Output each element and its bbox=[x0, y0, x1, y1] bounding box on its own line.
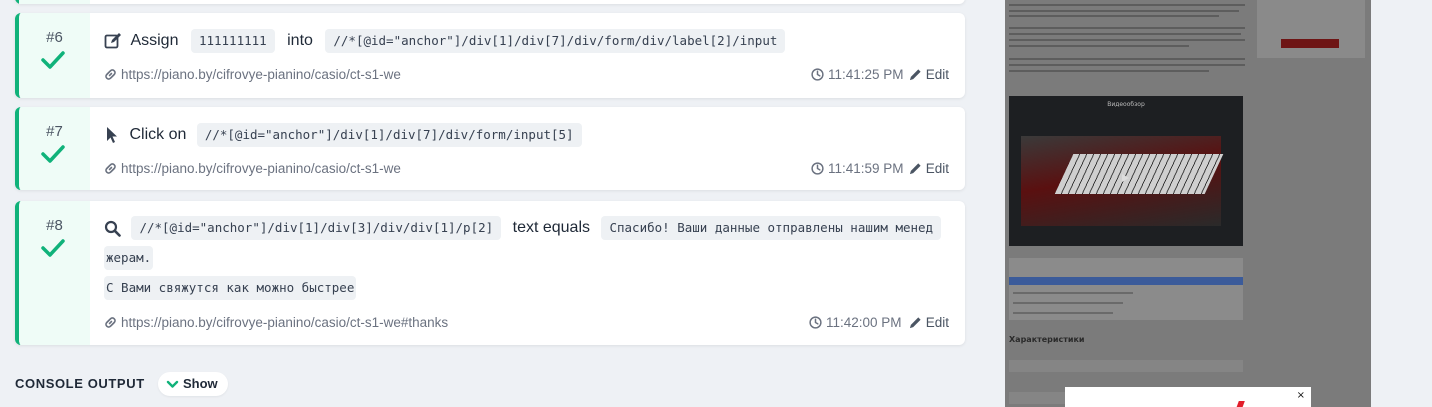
play-icon bbox=[1122, 174, 1129, 182]
action-connector: text equals bbox=[512, 219, 591, 236]
input-value: 111111111 bbox=[190, 29, 275, 53]
clock-icon bbox=[809, 316, 822, 329]
step-card: #6 Assign 111111111 into //*[@id="anchor… bbox=[15, 13, 965, 98]
step-status-column: #8 bbox=[19, 201, 90, 345]
pencil-icon bbox=[909, 69, 921, 81]
check-icon bbox=[41, 145, 65, 163]
previous-step-card-edge bbox=[15, 0, 965, 4]
expected-text-line2: жерам. bbox=[104, 245, 154, 270]
edit-label[interactable]: Edit bbox=[926, 161, 949, 176]
step-url-link[interactable]: https://piano.by/cifrovye-pianino/casio/… bbox=[104, 160, 401, 178]
step-status-column: #6 bbox=[19, 13, 90, 98]
action-connector: into bbox=[287, 32, 313, 49]
screenshot-video-block: Видеообзор bbox=[1009, 96, 1243, 246]
action-label: Click on bbox=[129, 126, 187, 143]
screenshot-modal: × bbox=[1065, 387, 1311, 407]
screenshot-buy-button bbox=[1281, 39, 1339, 48]
cursor-icon bbox=[107, 127, 117, 143]
expected-text-line1: Спасибо! Ваши данные отправлены нашим ме… bbox=[601, 216, 942, 240]
edit-button[interactable]: Edit bbox=[909, 160, 949, 178]
step-card: #8 //*[@id="anchor"]/div[1]/div[3]/div/d… bbox=[15, 201, 965, 345]
step-timestamp: 11:41:59 PM bbox=[811, 160, 904, 178]
step-url[interactable]: https://piano.by/cifrovye-pianino/casio/… bbox=[121, 315, 448, 330]
search-icon bbox=[104, 220, 121, 237]
edit-label[interactable]: Edit bbox=[926, 67, 949, 82]
step-number: #8 bbox=[46, 217, 63, 234]
step-time: 11:42:00 PM bbox=[826, 315, 902, 330]
screenshot-spec-heading: Характеристики bbox=[1009, 335, 1085, 344]
selector-code: //*[@id="anchor"]/div[1]/div[7]/div/form… bbox=[325, 29, 786, 53]
step-timestamp: 11:42:00 PM bbox=[809, 314, 902, 332]
pencil-icon bbox=[909, 317, 921, 329]
action-label: Assign bbox=[130, 32, 179, 49]
screenshot-page: Видеообзор Характеристики × bbox=[1005, 0, 1371, 407]
screenshot-product-card bbox=[1257, 0, 1365, 58]
clock-icon bbox=[811, 68, 824, 81]
step-card: #7 Click on //*[@id="anchor"]/div[1]/div… bbox=[15, 107, 965, 190]
edit-button[interactable]: Edit bbox=[909, 314, 949, 332]
close-icon: × bbox=[1296, 390, 1305, 401]
screenshot-playlist bbox=[1009, 258, 1243, 320]
step-url-link[interactable]: https://piano.by/cifrovye-pianino/casio/… bbox=[104, 314, 448, 332]
step-url[interactable]: https://piano.by/cifrovye-pianino/casio/… bbox=[121, 161, 401, 176]
step-time: 11:41:59 PM bbox=[828, 161, 904, 176]
page-screenshot[interactable]: Видеообзор Характеристики × bbox=[1005, 0, 1371, 407]
clock-icon bbox=[811, 162, 824, 175]
chevron-down-icon bbox=[166, 380, 179, 388]
selector-code: //*[@id="anchor"]/div[1]/div[3]/div/div[… bbox=[131, 216, 502, 240]
step-status-column: #7 bbox=[19, 107, 90, 190]
check-icon bbox=[41, 51, 65, 69]
edit-label[interactable]: Edit bbox=[926, 315, 949, 330]
selector-code: //*[@id="anchor"]/div[1]/div[7]/div/form… bbox=[196, 123, 582, 147]
step-number: #6 bbox=[46, 29, 63, 46]
pencil-icon bbox=[909, 163, 921, 175]
edit-icon bbox=[104, 33, 121, 49]
console-output-label: CONSOLE OUTPUT bbox=[15, 376, 145, 391]
step-time: 11:41:25 PM bbox=[828, 67, 904, 82]
step-number: #7 bbox=[46, 123, 63, 140]
step-timestamp: 11:41:25 PM bbox=[811, 66, 904, 84]
edit-button[interactable]: Edit bbox=[909, 66, 949, 84]
step-url[interactable]: https://piano.by/cifrovye-pianino/casio/… bbox=[121, 67, 401, 82]
screenshot-video-title: Видеообзор bbox=[1107, 101, 1145, 108]
step-url-link[interactable]: https://piano.by/cifrovye-pianino/casio/… bbox=[104, 66, 401, 84]
link-icon bbox=[105, 317, 116, 328]
console-show-toggle[interactable]: Show bbox=[158, 372, 228, 396]
link-icon bbox=[105, 69, 116, 80]
check-icon bbox=[41, 239, 65, 257]
link-icon bbox=[105, 163, 116, 174]
console-toggle-label[interactable]: Show bbox=[183, 376, 218, 391]
expected-text-line3: С Вами свяжутся как можно быстрее bbox=[104, 275, 357, 300]
